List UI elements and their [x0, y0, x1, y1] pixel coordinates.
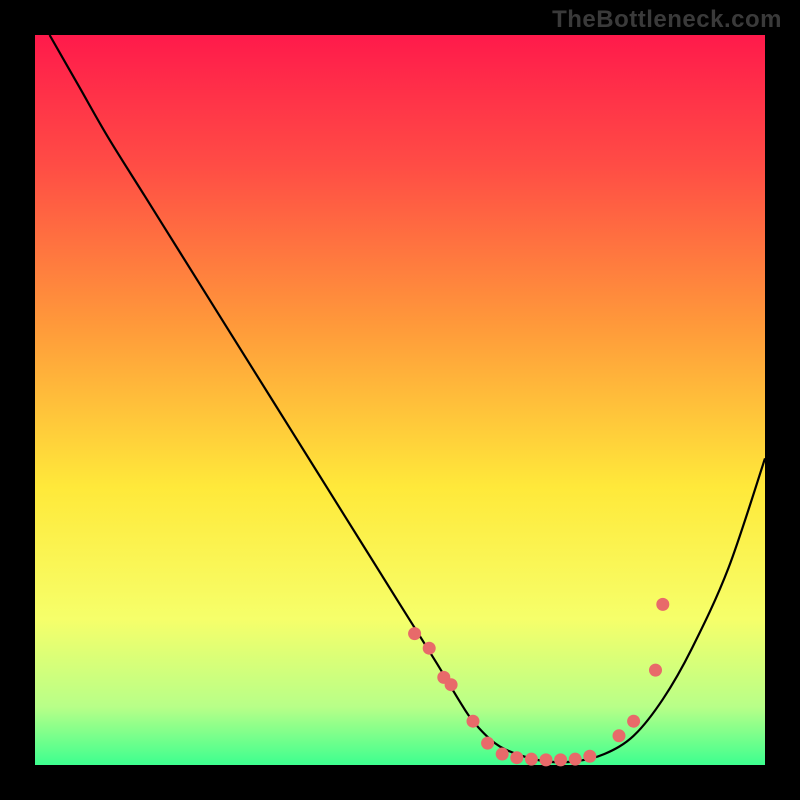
highlight-dot: [540, 753, 553, 766]
highlight-dot: [510, 751, 523, 764]
highlight-dot: [481, 737, 494, 750]
highlight-dot: [423, 642, 436, 655]
highlight-dot: [467, 715, 480, 728]
chart-container: TheBottleneck.com: [0, 0, 800, 800]
highlight-dot: [525, 753, 538, 766]
highlight-dot: [656, 598, 669, 611]
highlight-dot: [583, 750, 596, 763]
highlight-dot: [613, 729, 626, 742]
highlight-dot: [627, 715, 640, 728]
highlight-dot: [496, 748, 509, 761]
highlight-dot: [408, 627, 421, 640]
highlight-dot: [649, 664, 662, 677]
highlight-dot: [569, 753, 582, 766]
watermark-text: TheBottleneck.com: [552, 6, 782, 34]
plot-area: [35, 35, 765, 765]
highlight-dot: [554, 753, 567, 766]
bottleneck-chart: [0, 0, 800, 800]
highlight-dot: [445, 678, 458, 691]
